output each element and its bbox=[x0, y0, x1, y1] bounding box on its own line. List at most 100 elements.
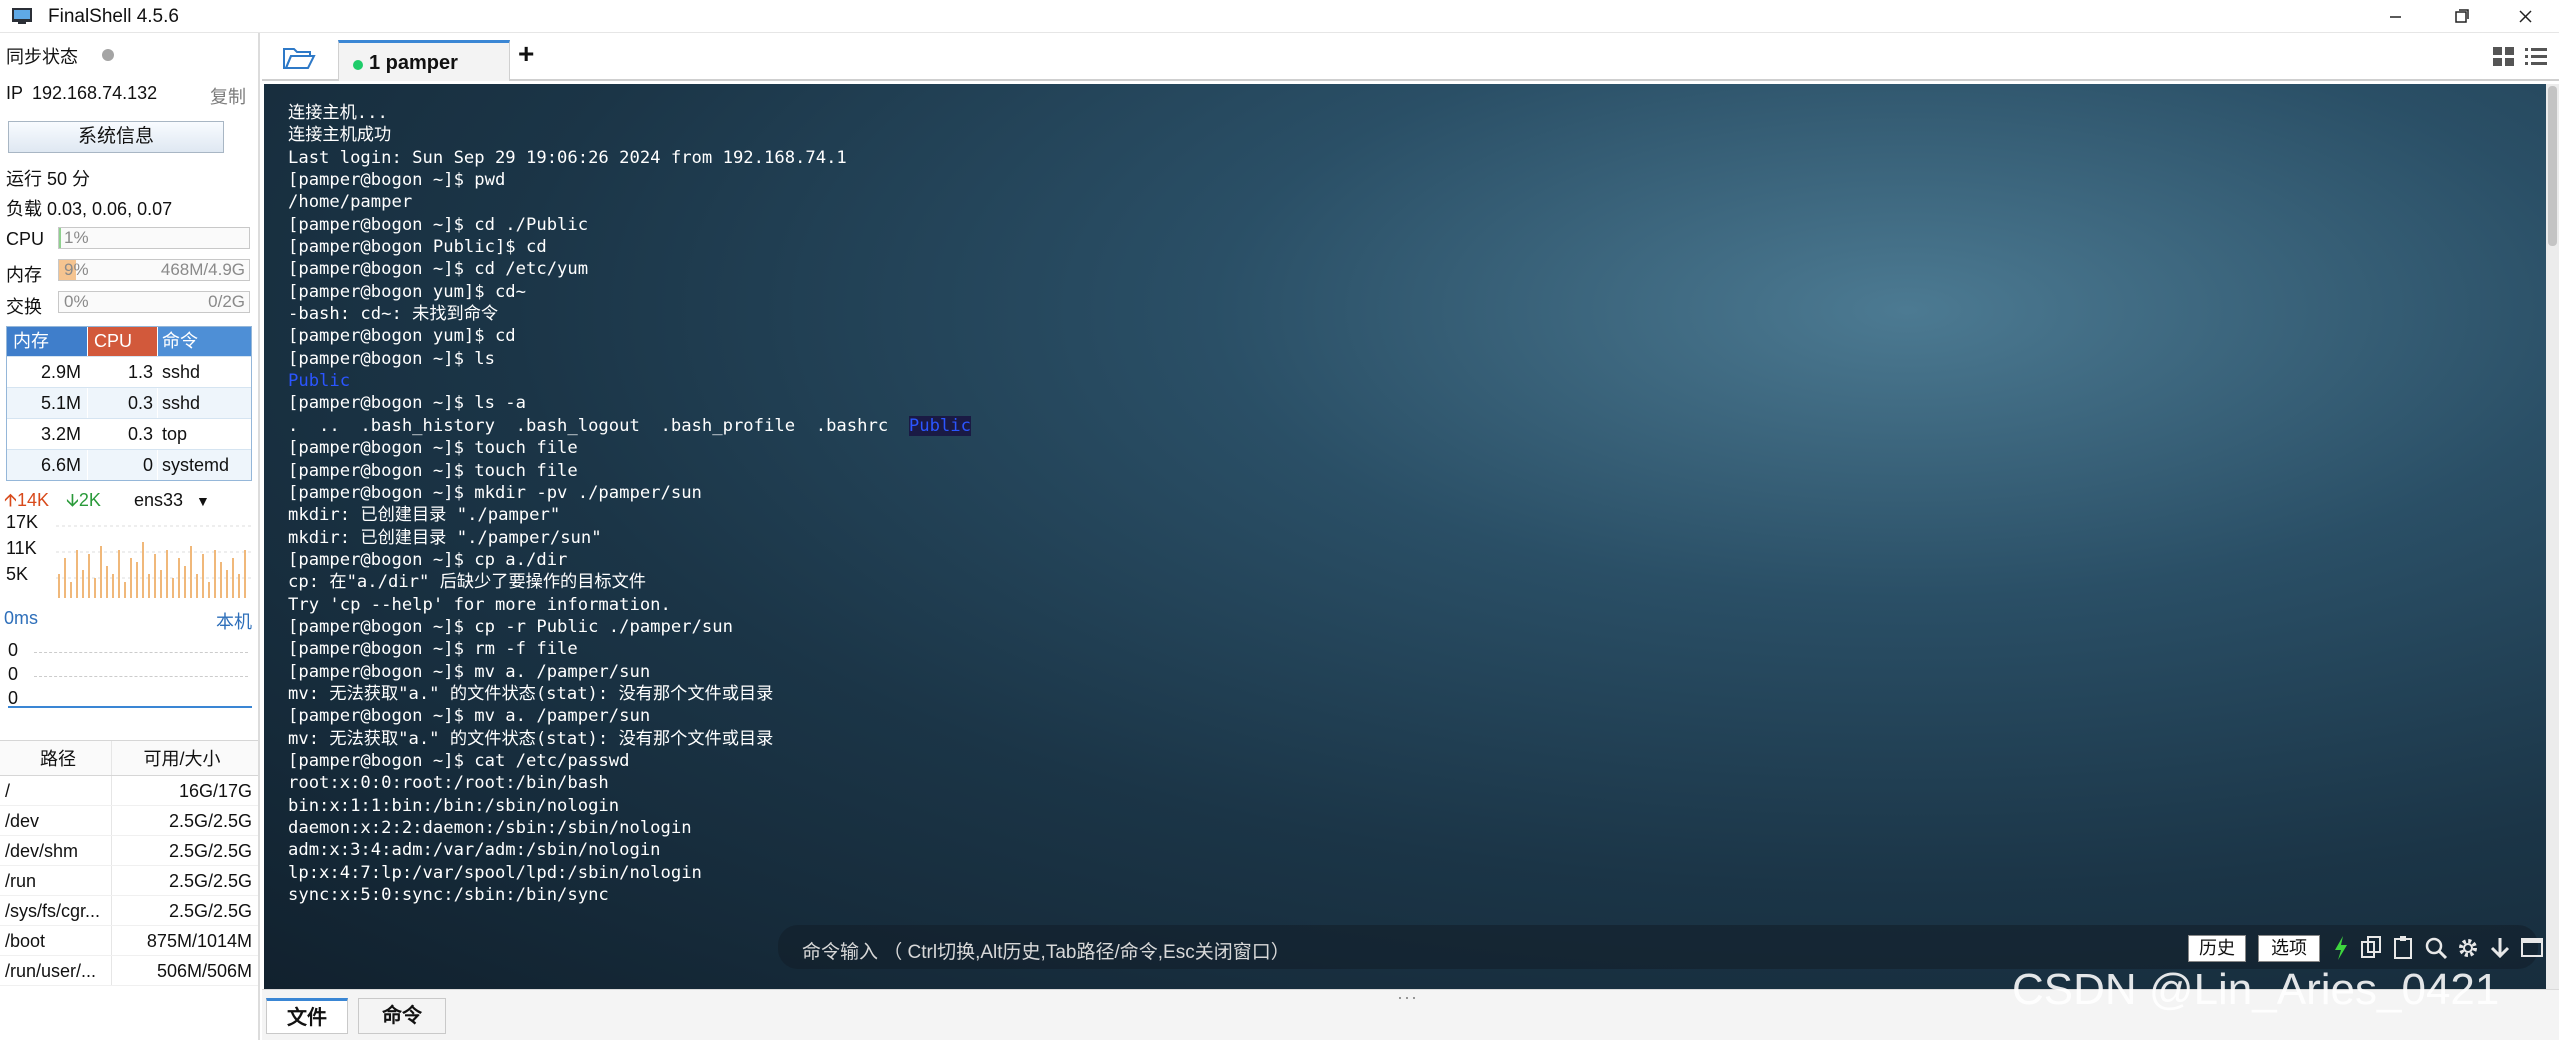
process-col-cpu[interactable]: CPU bbox=[87, 327, 157, 356]
tab-session-1[interactable]: 1 pamper bbox=[338, 40, 510, 81]
disk-path: /run bbox=[0, 866, 112, 895]
terminal-line: daemon:x:2:2:daemon:/sbin:/sbin/nologin bbox=[288, 818, 692, 838]
net-traffic-bar bbox=[112, 574, 114, 598]
latency-target[interactable]: 本机 bbox=[216, 608, 252, 634]
disk-col-path[interactable]: 路径 bbox=[0, 741, 112, 775]
process-col-command[interactable]: 命令 bbox=[157, 327, 251, 356]
paste-icon[interactable] bbox=[2392, 935, 2416, 961]
load-average: 负载 0.03, 0.06, 0.07 bbox=[6, 199, 173, 219]
panel-splitter[interactable]: ··· bbox=[1397, 987, 1418, 1008]
terminal-line: [pamper@bogon ~]$ cat /etc/passwd bbox=[288, 750, 630, 771]
disk-row[interactable]: /boot 875M/1014M bbox=[0, 926, 258, 956]
process-mem: 6.6M bbox=[40, 455, 81, 475]
terminal-line: Last login: Sun Sep 29 19:06:26 2024 fro… bbox=[288, 147, 847, 168]
process-mem: 5.1M bbox=[40, 393, 81, 413]
net-y-tick: 11K bbox=[6, 538, 37, 558]
terminal-line: [pamper@bogon ~]$ mv a. /pamper/sun bbox=[288, 661, 651, 682]
history-button[interactable]: 历史 bbox=[2188, 935, 2246, 962]
process-cpu: 0 bbox=[87, 450, 157, 480]
net-traffic-bar bbox=[58, 574, 60, 598]
process-row[interactable]: 6.6M 0 systemd bbox=[7, 449, 251, 480]
net-traffic-bar bbox=[94, 578, 96, 598]
download-arrow-icon: 🡫 bbox=[65, 490, 79, 510]
ip-label: IP bbox=[6, 83, 24, 103]
open-folder-icon[interactable] bbox=[282, 45, 316, 71]
terminal-line: -bash: cd~: 未找到命令 bbox=[288, 304, 499, 325]
net-y-tick: 5K bbox=[6, 564, 29, 584]
disk-row[interactable]: / 16G/17G bbox=[0, 776, 258, 806]
disk-row[interactable]: /run 2.5G/2.5G bbox=[0, 866, 258, 896]
latency-tick: 0 bbox=[8, 664, 19, 684]
process-row[interactable]: 5.1M 0.3 sshd bbox=[7, 387, 251, 418]
disk-size: 506M/506M bbox=[156, 961, 252, 981]
minimize-button[interactable] bbox=[2368, 2, 2422, 32]
disk-path: /dev/shm bbox=[0, 836, 112, 865]
maximize-button[interactable] bbox=[2434, 2, 2488, 32]
window-icon[interactable] bbox=[2520, 935, 2544, 961]
add-tab-icon[interactable]: + bbox=[518, 38, 534, 70]
terminal-line: 连接主机... bbox=[288, 103, 388, 123]
net-traffic-bar bbox=[70, 582, 72, 598]
network-interface-select[interactable]: ens33 bbox=[134, 490, 183, 510]
disk-row[interactable]: /run/user/... 506M/506M bbox=[0, 956, 258, 986]
process-row[interactable]: 2.9M 1.3 sshd bbox=[7, 356, 251, 387]
cpu-usage-bar: 1% bbox=[58, 227, 250, 249]
copy-icon[interactable] bbox=[2360, 935, 2384, 961]
options-button[interactable]: 选项 bbox=[2258, 935, 2320, 962]
copy-ip-link[interactable]: 复制 bbox=[210, 83, 246, 109]
terminal-scrollbar-thumb[interactable] bbox=[2548, 86, 2557, 246]
tab-files[interactable]: 文件 bbox=[266, 998, 348, 1034]
latency-baseline bbox=[8, 706, 252, 708]
disk-table: 路径 可用/大小 / 16G/17G /dev 2.5G/2.5G /dev/shm… bbox=[0, 740, 258, 986]
tab-commands[interactable]: 命令 bbox=[358, 998, 446, 1034]
net-traffic-bar bbox=[220, 562, 222, 598]
disk-col-size[interactable]: 可用/大小 bbox=[112, 741, 258, 775]
watermark: CSDN @Lin_Aries_0421 bbox=[2012, 965, 2500, 1014]
net-y-tick: 17K bbox=[6, 512, 39, 532]
net-traffic-bar bbox=[184, 566, 186, 598]
net-traffic-bar bbox=[130, 558, 132, 598]
terminal-line: cp: 在"a./dir" 后缺少了要操作的目标文件 bbox=[288, 572, 646, 593]
memory-usage-bar: 9% 468M/4.9G bbox=[58, 259, 250, 281]
net-traffic-bar bbox=[124, 582, 126, 598]
net-traffic-bar bbox=[142, 542, 144, 598]
terminal-line: [pamper@bogon ~]$ cd /etc/yum bbox=[288, 259, 589, 280]
disk-row[interactable]: /sys/fs/cgr... 2.5G/2.5G bbox=[0, 896, 258, 926]
sync-status-label: 同步状态 bbox=[6, 47, 78, 67]
terminal-line: [pamper@bogon Public]$ cd bbox=[288, 237, 547, 258]
process-command: sshd bbox=[157, 357, 251, 387]
chevron-down-icon[interactable]: ▼ bbox=[196, 493, 210, 509]
layout-grid-icon[interactable] bbox=[2492, 46, 2516, 68]
close-button[interactable] bbox=[2498, 2, 2552, 32]
terminal-line: mkdir: 已创建目录 "./pamper" bbox=[288, 505, 561, 526]
memory-usage-value: 9% bbox=[64, 260, 89, 279]
lightning-icon[interactable] bbox=[2332, 935, 2350, 961]
terminal-line: [pamper@bogon ~]$ cp a./dir bbox=[288, 549, 568, 570]
system-info-button[interactable]: 系统信息 bbox=[8, 121, 224, 153]
terminal-line: [pamper@bogon ~]$ mkdir -pv ./pamper/sun bbox=[288, 482, 702, 503]
terminal-output: 连接主机... 连接主机成功 Last login: Sun Sep 29 19:0… bbox=[288, 102, 971, 906]
terminal-line: sync:x:5:0:sync:/sbin:/bin/sync bbox=[288, 885, 609, 906]
latency-panel: 0ms 本机 0 0 0 bbox=[4, 608, 252, 708]
search-icon[interactable] bbox=[2424, 935, 2448, 961]
terminal-line: [pamper@bogon ~]$ touch file bbox=[288, 460, 578, 481]
disk-path: / bbox=[0, 776, 112, 805]
arrow-down-icon[interactable] bbox=[2488, 935, 2512, 961]
process-row[interactable]: 3.2M 0.3 top bbox=[7, 418, 251, 449]
menu-icon[interactable] bbox=[2524, 46, 2548, 68]
net-traffic-bar bbox=[154, 554, 156, 598]
terminal-line: [pamper@bogon ~]$ ls bbox=[288, 348, 495, 369]
terminal-line: Public bbox=[288, 371, 351, 392]
gear-icon[interactable] bbox=[2456, 935, 2480, 961]
swap-label: 交换 bbox=[6, 297, 42, 317]
terminal-line: [pamper@bogon ~]$ ls -a bbox=[288, 393, 526, 414]
disk-size: 2.5G/2.5G bbox=[168, 811, 252, 831]
disk-row[interactable]: /dev/shm 2.5G/2.5G bbox=[0, 836, 258, 866]
process-col-memory[interactable]: 内存 bbox=[7, 327, 87, 356]
terminal[interactable]: 连接主机... 连接主机成功 Last login: Sun Sep 29 19:0… bbox=[264, 84, 2546, 989]
latency-gridline bbox=[34, 652, 248, 653]
terminal-line: [pamper@bogon ~]$ pwd bbox=[288, 170, 506, 191]
command-input-bar[interactable]: 命令输入 （ Ctrl切换,Alt历史,Tab路径/命令,Esc关闭窗口） 历史… bbox=[778, 925, 2543, 969]
disk-row[interactable]: /dev 2.5G/2.5G bbox=[0, 806, 258, 836]
command-input[interactable]: 命令输入 （ Ctrl切换,Alt历史,Tab路径/命令,Esc关闭窗口） bbox=[802, 937, 1290, 964]
